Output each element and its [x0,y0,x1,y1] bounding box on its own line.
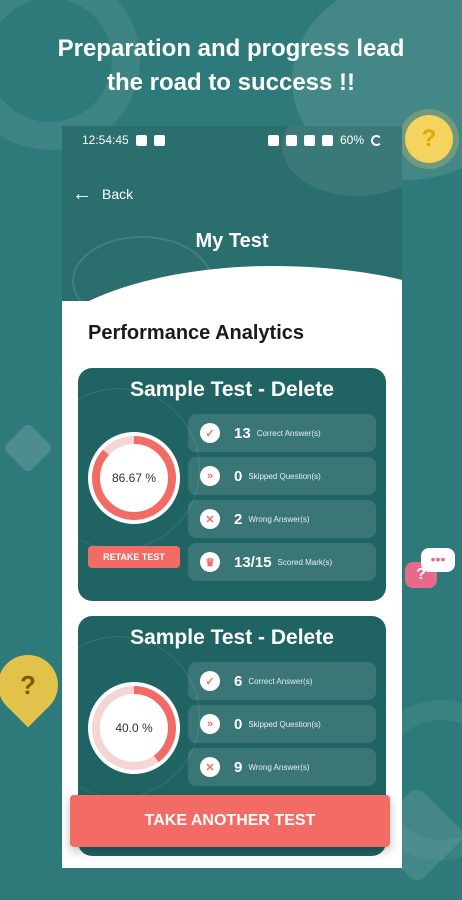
phone-screen: 12:54:45 60% ← Back My Test Performance … [62,126,402,868]
headline-line-1: Preparation and progress lead [57,35,405,62]
screen-header: 12:54:45 60% ← Back My Test [62,126,402,301]
close-icon: ✕ [200,509,220,529]
stat-label: Correct Answer(s) [248,676,313,686]
stat-value: 9 [234,758,243,776]
stat-value: 6 [234,672,243,690]
signal-icon [303,134,315,146]
lightbulb-question-icon: ? [405,115,453,163]
stat-value: 2 [234,510,243,528]
chat-bubbles-icon: ? ••• [405,548,457,596]
retake-test-button[interactable]: RETAKE TEST [88,546,180,568]
stat-label: Skipped Question(s) [248,471,321,481]
page-title: My Test [195,230,269,252]
take-another-test-button[interactable]: TAKE ANOTHER TEST [70,795,390,847]
score-ring: 40.0 % [88,682,180,774]
vibrate-icon [267,134,279,146]
headline-line-2: the road to success !! [106,69,356,96]
score-percent: 86.67 % [111,471,157,485]
test-result-card: Sample Test - Delete 86.67 % RETAKE TEST… [78,368,386,601]
stat-value: 13/15 [234,553,272,571]
stat-correct: ✓ 6 Correct Answer(s) [188,662,376,700]
status-bar: 12:54:45 60% [62,126,402,154]
stat-value: 0 [234,467,243,485]
stat-label: Wrong Answer(s) [248,762,310,772]
stat-skipped: » 0 Skipped Question(s) [188,457,376,495]
test-title: Sample Test - Delete [130,626,334,649]
background-diamond [2,422,54,474]
volte-icon [285,134,297,146]
back-label: Back [102,186,134,202]
stat-label: Wrong Answer(s) [248,514,310,524]
stat-value: 13 [234,424,251,442]
signal-icon [321,134,333,146]
skip-icon: » [200,714,220,734]
battery-icon [371,134,382,146]
close-icon: ✕ [200,757,220,777]
back-button[interactable]: ← Back [72,184,133,204]
score-ring: 86.67 % [88,432,180,524]
stat-label: Skipped Question(s) [248,719,321,729]
stat-correct: ✓ 13 Correct Answer(s) [188,414,376,452]
score-percent: 40.0 % [115,721,153,735]
skip-icon: » [200,466,220,486]
stat-score: ♛ 13/15 Scored Mark(s) [188,543,376,581]
check-icon: ✓ [200,423,220,443]
stat-wrong: ✕ 2 Wrong Answer(s) [188,500,376,538]
check-icon: ✓ [200,671,220,691]
test-title: Sample Test - Delete [130,378,334,401]
gallery-icon [153,134,165,146]
skype-icon [135,134,147,146]
section-title: Performance Analytics [88,322,305,344]
stat-label: Correct Answer(s) [256,428,321,438]
stat-skipped: » 0 Skipped Question(s) [188,705,376,743]
stat-label: Scored Mark(s) [277,557,333,567]
stats-list: ✓ 6 Correct Answer(s) » 0 Skipped Questi… [188,662,376,791]
stat-wrong: ✕ 9 Wrong Answer(s) [188,748,376,786]
battery-percent: 60% [339,133,364,147]
stat-value: 0 [234,715,243,733]
arrow-left-icon: ← [72,183,92,205]
stats-list: ✓ 13 Correct Answer(s) » 0 Skipped Quest… [188,414,376,586]
trophy-icon: ♛ [200,552,220,572]
promo-headline: Preparation and progress lead the road t… [0,32,462,100]
status-time: 12:54:45 [82,133,129,147]
